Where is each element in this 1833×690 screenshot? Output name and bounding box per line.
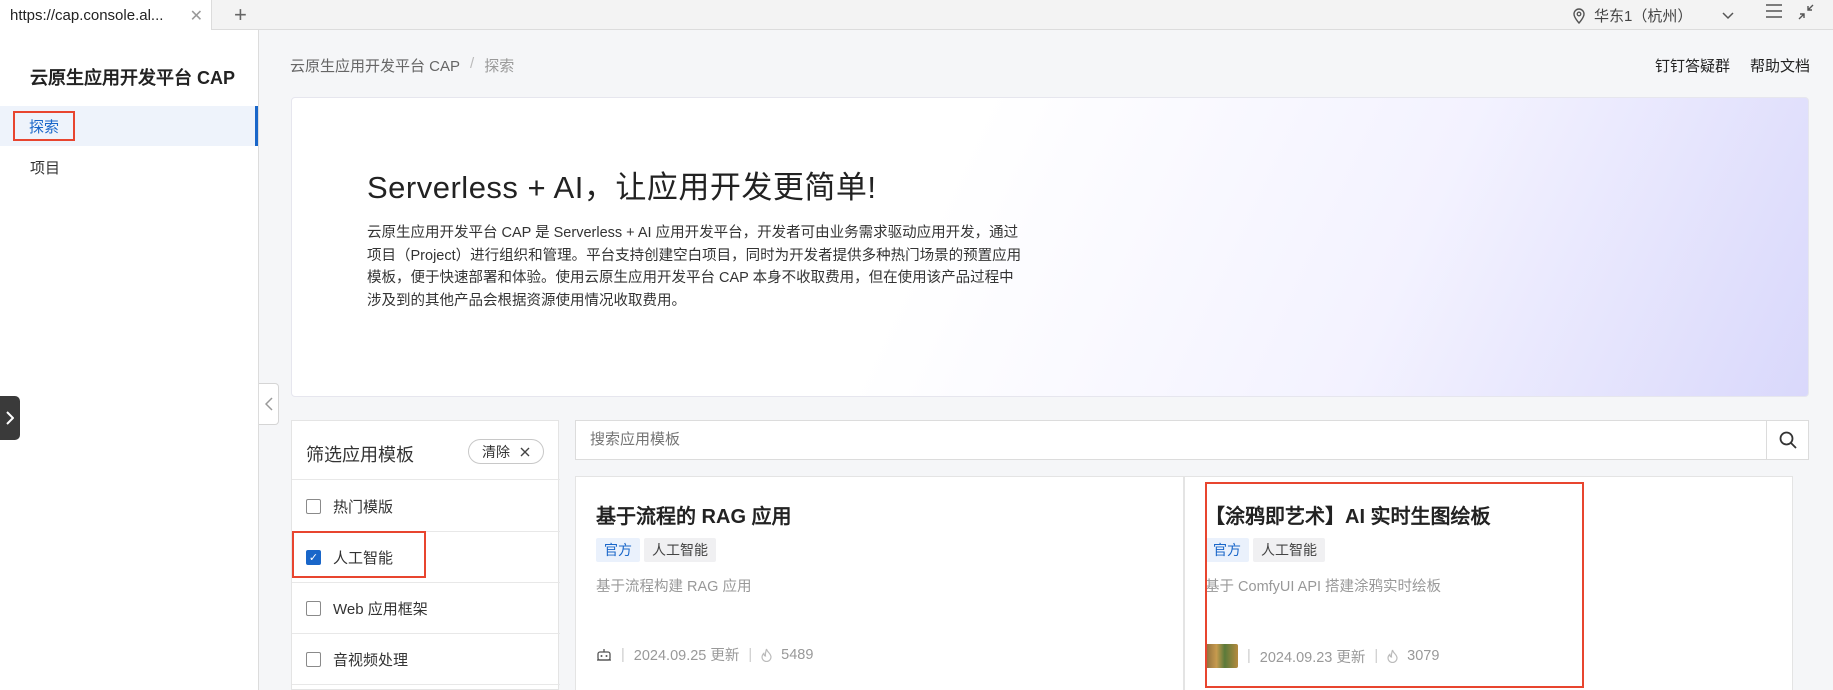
- robot-icon: [597, 648, 611, 661]
- sidebar-item-explore-label: 探索: [13, 111, 75, 141]
- fire-icon: [761, 648, 772, 662]
- hero-title: Serverless + AI，让应用开发更简单!: [367, 170, 877, 205]
- filter-option-hot[interactable]: 热门模版: [306, 494, 393, 518]
- search-button[interactable]: [1766, 421, 1808, 459]
- sidebar-item-explore[interactable]: 探索: [0, 106, 258, 146]
- checkbox[interactable]: [306, 600, 321, 616]
- filter-option-label: 音视频处理: [333, 651, 409, 669]
- breadcrumb-current: 探索: [484, 58, 515, 75]
- region-selector[interactable]: 华东1（杭州）: [1572, 5, 1734, 26]
- sidebar: 云原生应用开发平台 CAP 探索 项目: [0, 30, 259, 690]
- meta-separator: |: [621, 646, 625, 663]
- divider: [292, 684, 560, 685]
- breadcrumb-root[interactable]: 云原生应用开发平台 CAP: [290, 55, 460, 76]
- hamburger-menu-icon[interactable]: [1765, 3, 1783, 19]
- divider: [292, 582, 560, 583]
- tag-official: 官方: [596, 538, 640, 562]
- tab-title: https://cap.console.al...: [10, 6, 164, 24]
- checkbox[interactable]: [306, 498, 321, 514]
- region-label: 华东1（杭州）: [1594, 8, 1693, 25]
- filter-option-label: Web 应用框架: [333, 600, 428, 618]
- card-description: 基于流程构建 RAG 应用: [596, 579, 752, 595]
- card-tags: 官方 人工智能: [596, 538, 716, 562]
- clear-filter-button[interactable]: 清除: [468, 439, 544, 464]
- location-pin-icon: [1573, 7, 1585, 24]
- side-panel-expand-button[interactable]: [0, 396, 20, 440]
- sidebar-item-project[interactable]: 项目: [30, 157, 60, 178]
- close-icon: [520, 447, 530, 456]
- annotation-highlight-box: [1205, 482, 1584, 688]
- card-updated: 2024.09.25 更新: [633, 648, 740, 664]
- filter-title: 筛选应用模板: [306, 445, 414, 465]
- search-input[interactable]: [590, 431, 1740, 448]
- breadcrumb: 云原生应用开发平台 CAP / 探索: [290, 55, 514, 76]
- brand-title: 云原生应用开发平台 CAP: [30, 68, 236, 88]
- checkbox[interactable]: [306, 651, 321, 667]
- chevron-down-icon: [1722, 11, 1734, 19]
- dingtalk-group-link[interactable]: 钉钉答疑群: [1655, 55, 1730, 76]
- new-tab-icon[interactable]: +: [234, 2, 247, 28]
- hero-banner: Serverless + AI，让应用开发更简单! 云原生应用开发平台 CAP …: [291, 97, 1809, 397]
- meta-separator: |: [748, 646, 753, 663]
- chevron-right-icon: [6, 411, 14, 425]
- header-links: 钉钉答疑群 帮助文档: [1655, 55, 1810, 76]
- chevron-left-icon: [264, 397, 273, 411]
- divider: [292, 633, 560, 634]
- breadcrumb-separator: /: [470, 55, 475, 72]
- help-docs-link[interactable]: 帮助文档: [1750, 55, 1810, 76]
- sidebar-collapse-button[interactable]: [259, 383, 279, 425]
- filter-option-media[interactable]: 音视频处理: [306, 647, 408, 671]
- annotation-highlight-box: [292, 531, 426, 578]
- search-bar: [575, 420, 1809, 460]
- collapse-window-icon[interactable]: [1798, 4, 1814, 20]
- browser-top-bar: https://cap.console.al... ✕ + 华东1（杭州）: [0, 0, 1833, 30]
- hero-description: 云原生应用开发平台 CAP 是 Serverless + AI 应用开发平台，开…: [367, 225, 1022, 309]
- divider: [292, 479, 560, 480]
- browser-tab[interactable]: https://cap.console.al... ✕: [0, 0, 212, 30]
- clear-filter-label: 清除: [482, 443, 510, 460]
- card-meta: | 2024.09.25 更新 | 5489: [596, 644, 813, 665]
- search-icon: [1779, 431, 1797, 449]
- template-card[interactable]: 基于流程的 RAG 应用 官方 人工智能 基于流程构建 RAG 应用 | 202…: [575, 476, 1184, 690]
- tag-category: 人工智能: [644, 538, 716, 562]
- tab-close-icon[interactable]: ✕: [190, 6, 203, 26]
- filter-option-label: 热门模版: [333, 498, 394, 516]
- filter-option-web[interactable]: Web 应用框架: [306, 596, 428, 620]
- card-hotness: 5489: [781, 646, 814, 663]
- card-title: 基于流程的 RAG 应用: [596, 506, 792, 528]
